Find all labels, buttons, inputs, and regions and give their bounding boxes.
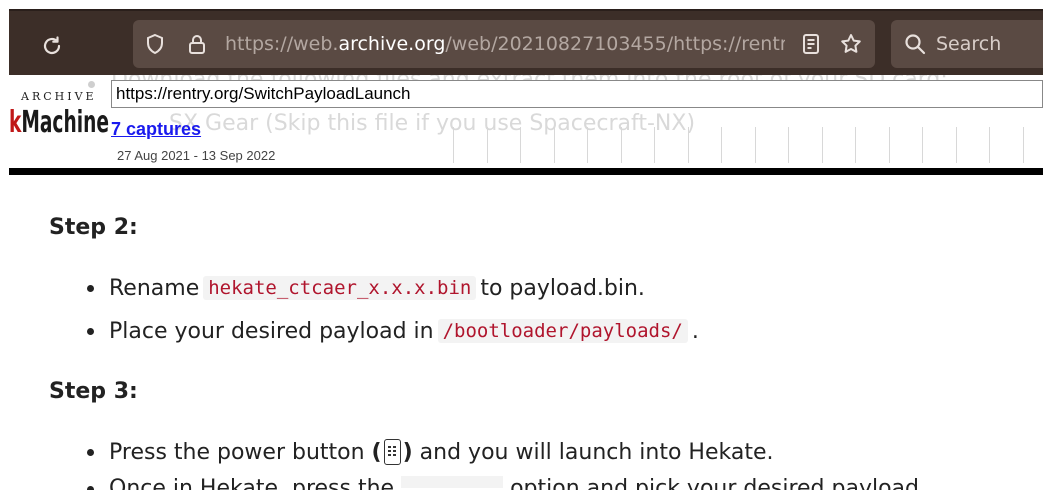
timeline-tick (687, 127, 689, 163)
item-text: to payload.bin. (480, 275, 645, 301)
list-item-cut: Once in Hekate, press the option and pic… (87, 476, 926, 490)
timeline-tick (855, 127, 856, 163)
timeline-tick (754, 127, 756, 163)
timeline-tick (453, 127, 454, 163)
lock-icon[interactable] (185, 32, 209, 56)
timeline-tick (553, 127, 555, 163)
item-text: and you will launch into Hekate. (412, 439, 774, 465)
list-item: Place your desired payload in /bootloade… (87, 316, 699, 346)
timeline-tick (821, 127, 823, 163)
url-prefix: https://web. (225, 33, 339, 55)
bullet (87, 284, 94, 292)
wayback-logo-k: k (9, 105, 22, 140)
item-text: option and pick your desired payload. (510, 476, 926, 490)
code-path: /bootloader/payloads/ (437, 319, 688, 343)
bullet (87, 485, 94, 490)
item-text: Rename (109, 275, 200, 301)
captures-link[interactable]: 7 captures (111, 119, 201, 140)
timeline-tick (989, 127, 990, 163)
url-text[interactable]: https://web.archive.org/web/202108271034… (225, 31, 785, 57)
step-2-heading: Step 2: (49, 215, 138, 240)
timeline-tick (721, 127, 722, 163)
item-text: Place your desired payload in (109, 318, 434, 344)
timeline-tick (922, 127, 923, 163)
item-text: . (691, 318, 699, 344)
search-bar[interactable]: Search (891, 20, 1043, 68)
timeline-tick (955, 127, 957, 163)
paren-open: ( (371, 439, 382, 465)
timeline-tick (587, 127, 588, 163)
paren-close: ) (402, 439, 413, 465)
reload-icon (43, 36, 61, 55)
wayback-logo[interactable]: kMachine (9, 105, 109, 145)
wayback-divider (9, 168, 1043, 175)
page-content: Download the following files and extract… (9, 75, 1043, 490)
url-path: /web/20210827103455/https://rentry.c (445, 33, 785, 55)
item-text: Once in Hekate, press the (109, 476, 395, 490)
power-button-icon (383, 439, 401, 465)
list-item: Rename hekate_ctcaer_x.x.x.bin to payloa… (87, 273, 645, 303)
list-item: Press the power button ( ) and you will … (87, 437, 774, 467)
search-icon (905, 34, 926, 55)
browser-toolbar: https://web.archive.org/web/202108271034… (9, 9, 1043, 75)
step-3-heading: Step 3: (49, 379, 138, 404)
reload-button[interactable] (37, 31, 67, 61)
reader-view-icon[interactable] (799, 32, 823, 56)
search-placeholder: Search (936, 33, 1002, 55)
bullet (87, 327, 94, 335)
timeline-tick (888, 127, 890, 163)
shield-icon[interactable] (143, 32, 167, 56)
wayback-logo-archive: ARCHIVE (21, 90, 97, 103)
address-bar[interactable]: https://web.archive.org/web/202108271034… (133, 20, 875, 68)
bullet (87, 448, 94, 456)
timeline-tick (620, 127, 622, 163)
bookmark-star-icon[interactable] (839, 32, 863, 56)
wayback-logo-main: Machine (21, 105, 109, 140)
code-placeholder (401, 476, 504, 488)
timeline-tick (788, 127, 789, 163)
url-domain: archive.org (338, 33, 446, 55)
code-filename: hekate_ctcaer_x.x.x.bin (203, 276, 477, 300)
timeline-tick (486, 127, 488, 163)
timeline-tick (520, 127, 521, 163)
wayback-toolbar: ARCHIVE kMachine https://rentry.org/Swit… (9, 75, 1043, 178)
wayback-url-input[interactable]: https://rentry.org/SwitchPayloadLaunch (111, 80, 1043, 108)
item-text: Press the power button (109, 439, 372, 465)
timeline-tick (1022, 127, 1024, 163)
capture-date-range: 27 Aug 2021 - 13 Sep 2022 (117, 148, 276, 163)
timeline-tick (654, 127, 655, 163)
